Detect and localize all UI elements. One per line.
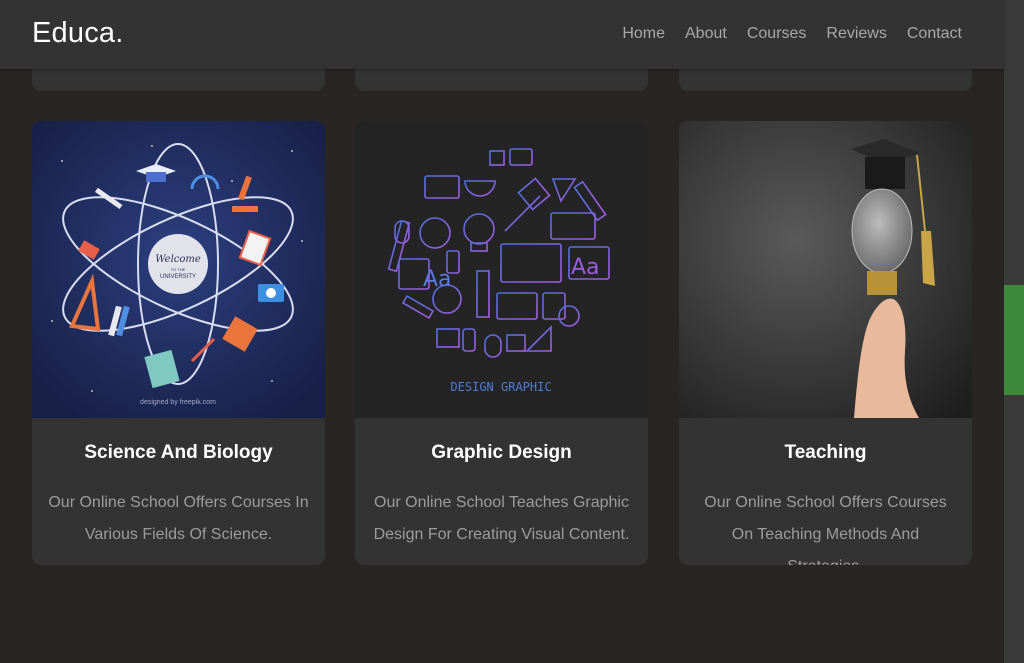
welcome-banner-subtext: TO THE bbox=[171, 267, 186, 272]
site-logo[interactable]: Educa. bbox=[32, 17, 124, 50]
card-title: Teaching bbox=[784, 442, 867, 463]
scrollbar-thumb[interactable] bbox=[1004, 285, 1024, 395]
card-title: Science And Biology bbox=[84, 442, 273, 463]
course-card-teaching[interactable]: Teaching Our Online School Offers Course… bbox=[679, 121, 972, 565]
nav-link-about[interactable]: About bbox=[685, 25, 727, 43]
main-nav: Home About Courses Reviews Contact bbox=[622, 25, 962, 43]
site-header: Educa. Home About Courses Reviews Contac… bbox=[0, 0, 1004, 69]
nav-link-home[interactable]: Home bbox=[622, 25, 665, 43]
course-card-science[interactable]: Welcome TO THE UNIVERSITY designed by fr… bbox=[32, 121, 325, 565]
card-title: Graphic Design bbox=[431, 442, 572, 463]
welcome-banner-university: UNIVERSITY bbox=[160, 274, 196, 280]
nav-link-contact[interactable]: Contact bbox=[907, 25, 962, 43]
course-card-graphic-design[interactable]: Aa Aa DESIGN GRAPHIC Graphic Design Our … bbox=[355, 121, 648, 565]
card-description: Our Online School Offers Courses On Teac… bbox=[704, 494, 947, 565]
teaching-photo bbox=[679, 121, 972, 418]
image-credit: designed by freepik.com bbox=[140, 399, 216, 406]
graphic-design-illustration: Aa Aa DESIGN GRAPHIC bbox=[355, 121, 648, 418]
card-description: Our Online School Teaches Graphic Design… bbox=[373, 494, 630, 543]
card-description: Our Online School Offers Courses In Vari… bbox=[48, 494, 309, 543]
svg-text:Aa: Aa bbox=[571, 255, 600, 280]
svg-text:Aa: Aa bbox=[423, 267, 452, 292]
nav-link-reviews[interactable]: Reviews bbox=[826, 25, 886, 43]
design-graphic-caption: DESIGN GRAPHIC bbox=[450, 380, 551, 394]
science-illustration: Welcome TO THE UNIVERSITY designed by fr… bbox=[32, 121, 325, 418]
nav-link-courses[interactable]: Courses bbox=[747, 25, 807, 43]
welcome-banner-text: Welcome bbox=[155, 254, 201, 265]
